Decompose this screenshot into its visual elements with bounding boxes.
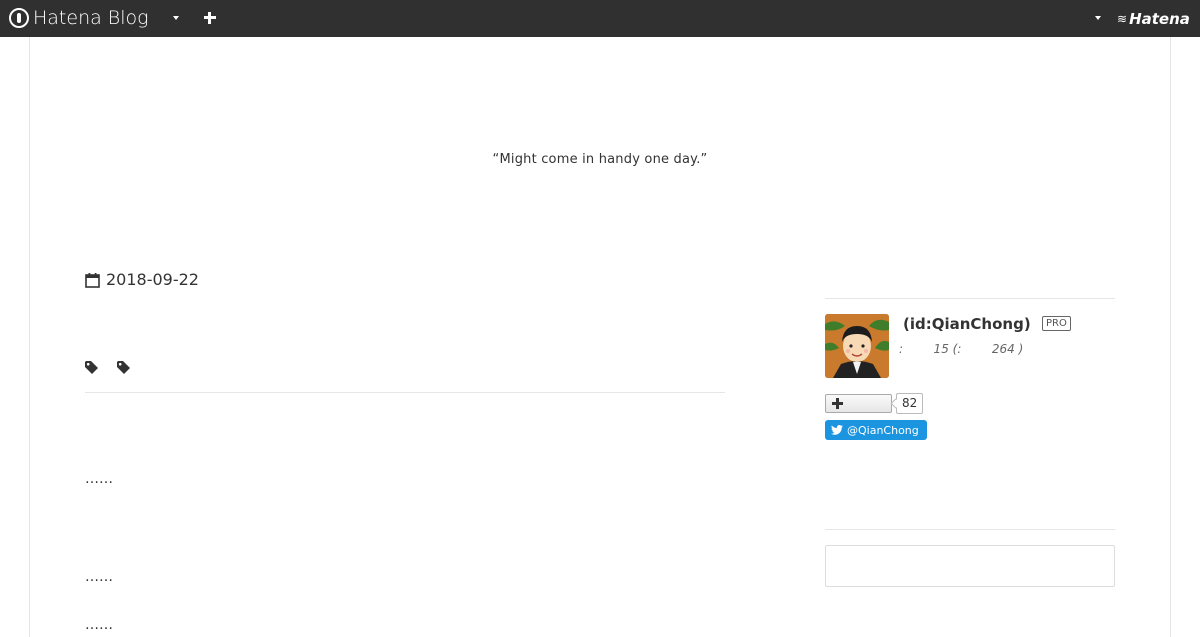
pro-badge: PRO (1042, 316, 1071, 331)
entry-body-text: …… (85, 569, 113, 585)
avatar-illustration (825, 314, 889, 378)
entry-categories (85, 361, 149, 375)
entry-header-divider (85, 392, 725, 393)
hatena-brand-link[interactable]: ≋ Hatena (1117, 10, 1190, 28)
new-post-plus-icon[interactable] (204, 12, 216, 24)
entry-date[interactable]: 2018-09-22 (85, 270, 199, 289)
calendar-icon (85, 272, 100, 288)
hatena-blog-logo[interactable]: Hatena Blog (9, 7, 149, 29)
entry-date-text: 2018-09-22 (106, 270, 199, 289)
tag-icon[interactable] (85, 361, 100, 375)
logo-text: Hatena Blog (33, 7, 149, 29)
profile-stats: : 15 (: 264 ) (899, 342, 1024, 356)
hatena-blog-logo-icon (9, 8, 29, 28)
sidebar-divider (825, 298, 1115, 299)
hatena-wifi-icon: ≋ (1117, 12, 1128, 26)
plus-icon (832, 398, 843, 409)
sidebar-divider (825, 529, 1115, 530)
entry-body-text: …… (85, 617, 113, 633)
follow-button[interactable] (825, 394, 892, 413)
hatena-brand-text: Hatena (1129, 10, 1190, 28)
global-header: Hatena Blog ≋ Hatena (0, 0, 1200, 37)
twitter-handle: @QianChong (847, 423, 919, 437)
entry-body-text: …… (85, 471, 113, 487)
user-menu-chevron-down-icon[interactable] (1095, 16, 1101, 20)
tag-icon[interactable] (117, 361, 132, 375)
profile-avatar[interactable] (825, 314, 889, 378)
sidebar-search-box[interactable] (825, 545, 1115, 587)
follower-count[interactable]: 82 (896, 393, 924, 414)
twitter-bird-icon (831, 425, 843, 435)
blog-tagline: “Might come in handy one day.” (492, 152, 708, 167)
profile-user-id[interactable]: (id:QianChong) (903, 315, 1031, 333)
blog-menu-chevron-down-icon[interactable] (173, 16, 179, 20)
twitter-follow-button[interactable]: @QianChong (825, 420, 927, 440)
